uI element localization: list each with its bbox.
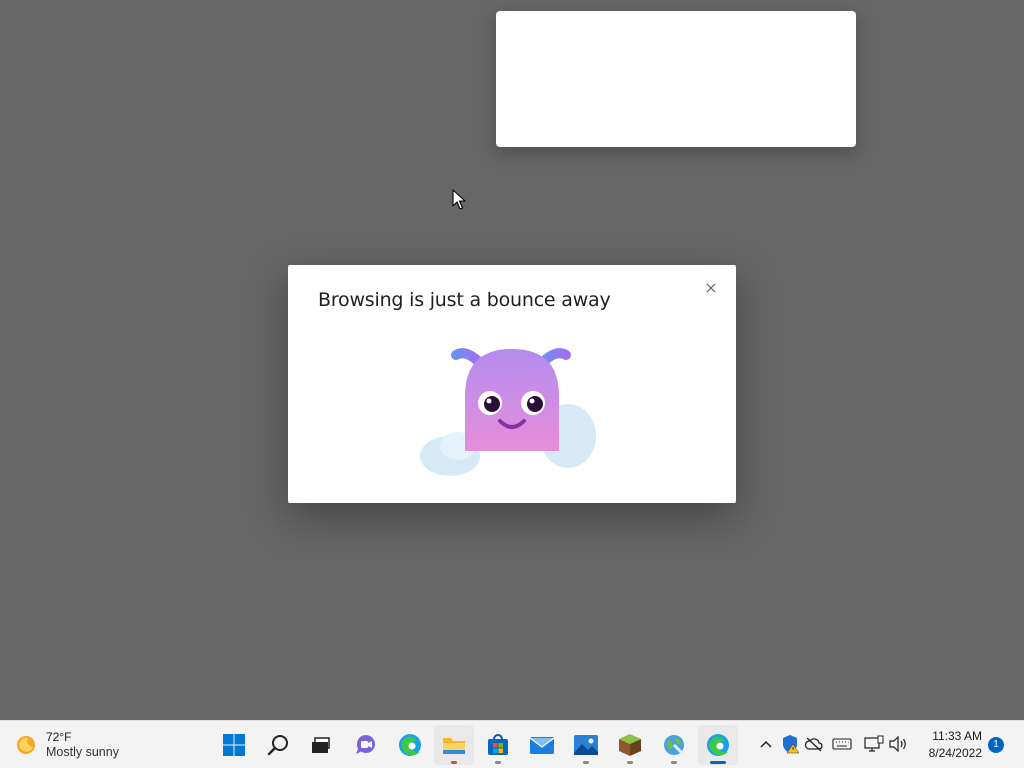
close-icon (706, 283, 716, 293)
photos-button[interactable] (566, 725, 606, 765)
sun-icon (17, 736, 35, 754)
maps-icon (664, 735, 684, 755)
running-indicator (495, 761, 501, 764)
volume-tray-button[interactable] (887, 733, 909, 755)
active-indicator (710, 761, 726, 764)
running-indicator (451, 761, 457, 764)
weather-widget[interactable]: 72°F Mostly sunny (14, 727, 119, 763)
mouse-cursor-icon (452, 189, 466, 210)
task-view-button[interactable] (300, 725, 340, 765)
close-button[interactable] (700, 277, 722, 299)
dialog-title: Browsing is just a bounce away (318, 289, 611, 311)
promo-dialog: Browsing is just a bounce away (288, 265, 736, 503)
store-button[interactable] (478, 725, 518, 765)
notification-badge[interactable]: 1 (988, 737, 1004, 753)
start-button[interactable] (214, 725, 254, 765)
security-warning-icon (783, 735, 800, 754)
running-indicator (627, 761, 633, 764)
running-indicator (671, 761, 677, 764)
file-explorer-button[interactable] (434, 725, 474, 765)
mail-icon (529, 737, 555, 754)
taskbar: 72°F Mostly sunny 11:33 AM 8/24/2022 1 (0, 720, 1024, 768)
chevron-up-icon (760, 740, 772, 748)
mascot-illustration (420, 348, 596, 476)
keyboard-tray-button[interactable] (831, 733, 853, 755)
weather-condition: Mostly sunny (46, 745, 119, 759)
maps-button[interactable] (654, 725, 694, 765)
search-button[interactable] (258, 725, 298, 765)
minecraft-button[interactable] (610, 725, 650, 765)
edge-icon (707, 734, 729, 756)
minecraft-icon (619, 734, 641, 756)
show-hidden-icons-button[interactable] (755, 733, 777, 755)
clock[interactable]: 11:33 AM 8/24/2022 (916, 728, 982, 762)
weather-temperature: 72°F (46, 730, 72, 744)
edge-button[interactable] (390, 725, 430, 765)
running-indicator (583, 761, 589, 764)
folder-icon (443, 738, 465, 754)
chat-button[interactable] (346, 725, 386, 765)
chat-icon (356, 735, 375, 754)
photos-icon (574, 735, 598, 755)
security-tray-button[interactable] (779, 733, 801, 755)
keyboard-icon (832, 738, 852, 750)
store-icon (488, 734, 508, 755)
blank-window[interactable] (496, 11, 856, 147)
edge-icon (399, 734, 421, 756)
cloud-offline-icon (804, 737, 823, 752)
network-icon (864, 735, 884, 752)
task-view-icon (312, 737, 330, 753)
windows-start-icon (223, 734, 245, 756)
clock-date: 8/24/2022 (928, 746, 982, 760)
edge-active-button[interactable] (698, 725, 738, 765)
volume-icon (889, 735, 906, 753)
onedrive-tray-button[interactable] (803, 733, 825, 755)
mail-button[interactable] (522, 725, 562, 765)
search-icon (267, 735, 288, 756)
clock-time: 11:33 AM (932, 729, 982, 743)
network-tray-button[interactable] (863, 733, 885, 755)
